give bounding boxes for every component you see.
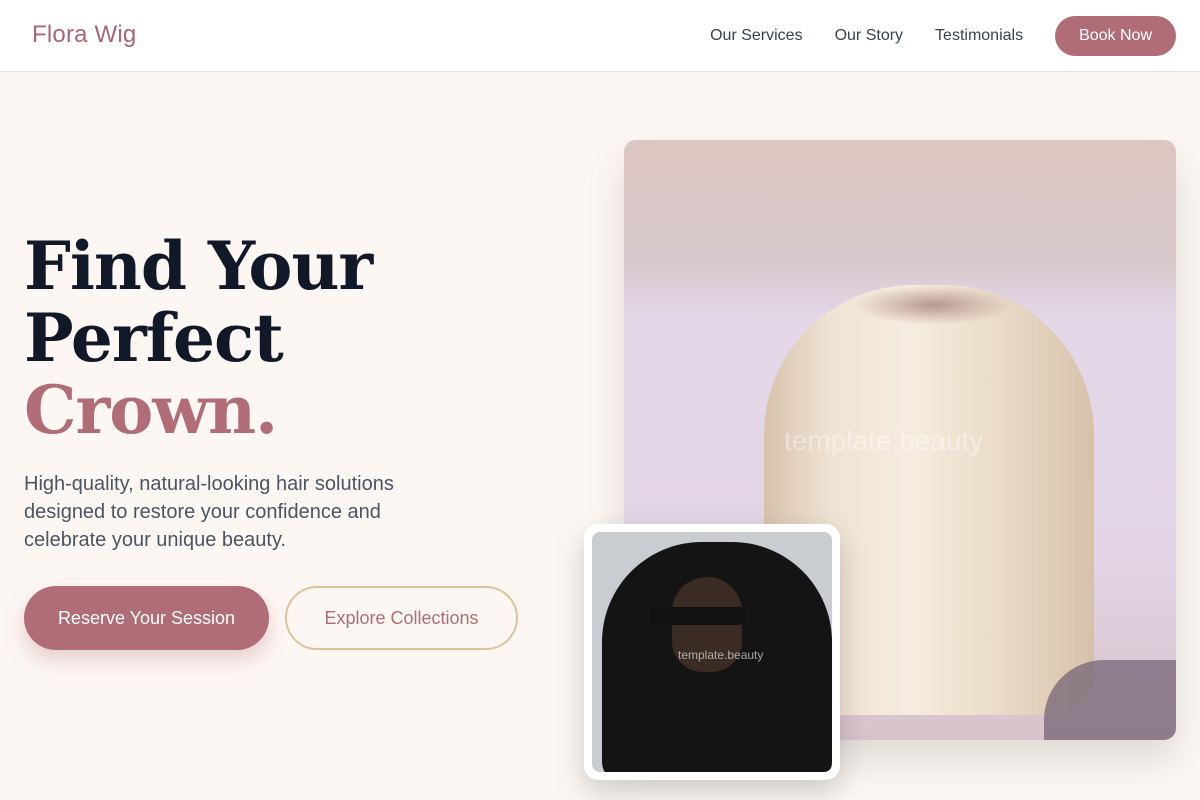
hero-title-line-1: Find Your [24, 227, 373, 305]
sunglasses-shape [650, 607, 745, 625]
nav-our-services[interactable]: Our Services [710, 27, 802, 45]
inset-image-card: template.beauty [584, 524, 840, 780]
main-image-watermark: template.beauty [784, 425, 984, 456]
hero-title: Find Your Perfect Crown. [24, 227, 373, 449]
inset-image-watermark: template.beauty [678, 648, 764, 662]
inset-portrait-image: template.beauty [592, 532, 832, 772]
site-header: Flora Wig Our Services Our Story Testimo… [0, 0, 1200, 72]
hair-root-shading [854, 285, 1014, 325]
main-navigation: Our Services Our Story Testimonials Book… [710, 16, 1176, 56]
hero-title-line-3: Crown. [24, 371, 278, 449]
nav-our-story[interactable]: Our Story [835, 27, 903, 45]
book-now-button[interactable]: Book Now [1055, 16, 1176, 56]
brand-logo[interactable]: Flora Wig [32, 21, 136, 49]
nav-testimonials[interactable]: Testimonials [935, 27, 1023, 45]
hero-title-line-2: Perfect [24, 299, 284, 377]
hero-subtitle: High-quality, natural-looking hair solut… [24, 473, 394, 551]
reserve-session-button[interactable]: Reserve Your Session [24, 586, 269, 650]
explore-collections-button[interactable]: Explore Collections [285, 586, 518, 650]
